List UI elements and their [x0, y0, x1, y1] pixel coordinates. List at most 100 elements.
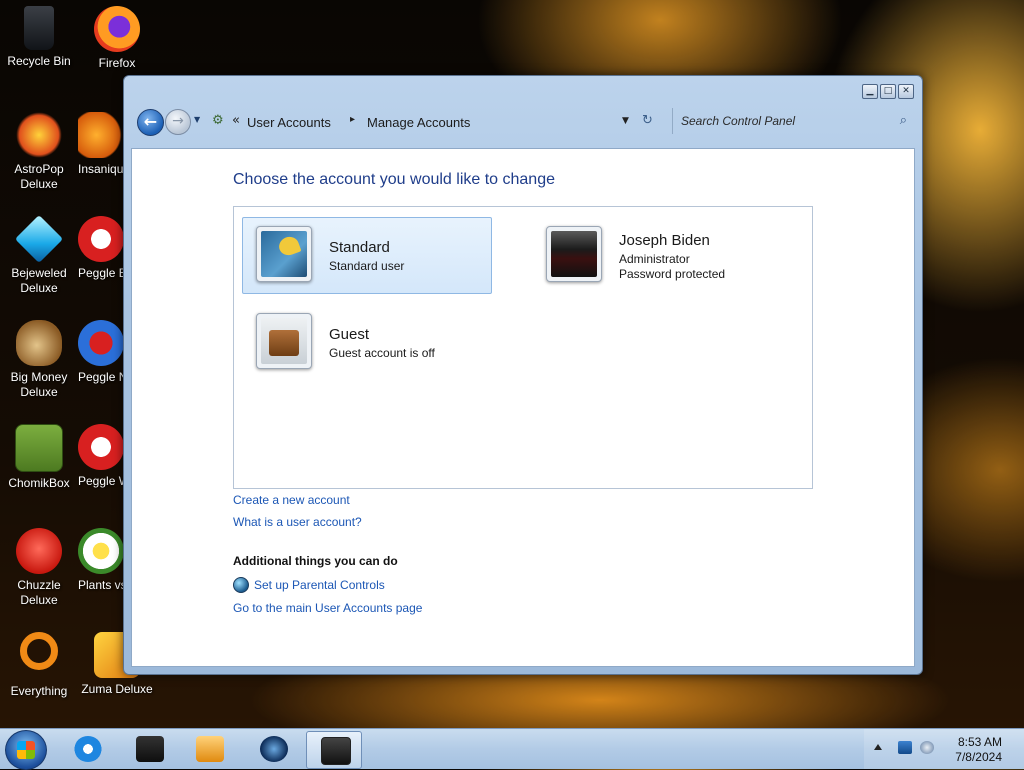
parental-controls-link[interactable]: Set up Parental Controls: [254, 578, 385, 592]
clock-date: 7/8/2024: [955, 750, 1002, 764]
taskbar-app[interactable]: [246, 731, 300, 767]
internet-explorer-icon: [74, 736, 102, 762]
taskbar-internet-explorer[interactable]: [60, 731, 114, 767]
desktop-icon-label: Peggle World of Warcraft: [78, 474, 124, 488]
desktop-icon-firefox[interactable]: Firefox: [78, 6, 156, 71]
window-controls: ▁ □ ✕: [862, 84, 914, 99]
parental-controls-icon: [233, 577, 249, 593]
volume-icon[interactable]: [920, 741, 934, 754]
desktop-icon-label: Zuma Deluxe: [81, 682, 153, 696]
desktop-icon-chuzzle[interactable]: Chuzzle Deluxe: [0, 528, 78, 608]
desktop-icon-label: AstroPop Deluxe: [14, 162, 64, 191]
breadcrumb-user-accounts[interactable]: User Accounts: [247, 115, 331, 130]
back-arrow-icon[interactable]: ←: [137, 109, 164, 136]
taskbar-control-panel[interactable]: [306, 731, 362, 769]
desktop-icon-label: Big Money Deluxe: [10, 370, 68, 399]
magnifier-icon: [20, 632, 58, 670]
desktop-icon-peggle-wow[interactable]: Peggle World of Warcraft: [78, 424, 124, 489]
taskbar-recycle-bin[interactable]: [122, 731, 176, 767]
accounts-list: Standard Standard user Joseph Biden Admi…: [233, 206, 813, 489]
taskbar: 8:53 AM 7/8/2024: [0, 728, 1024, 770]
account-description: Standard user: [329, 259, 405, 273]
desktop-icon-big-money[interactable]: Big Money Deluxe: [0, 320, 78, 400]
desktop-icon-label: Peggle Extreme: [78, 266, 124, 280]
desktop-icon-label: Plants vs. Zombies: [78, 578, 124, 592]
desktop-icon-astropop[interactable]: AstroPop Deluxe: [0, 112, 78, 192]
minimize-icon[interactable]: ▁: [862, 84, 878, 99]
maximize-icon[interactable]: □: [880, 84, 896, 99]
history-dropdown-icon[interactable]: ▼: [194, 115, 200, 124]
astropop-icon: [16, 112, 62, 158]
account-name: Standard: [329, 239, 390, 256]
network-icon[interactable]: [898, 741, 912, 754]
desktop-icon-insaniquarium[interactable]: Insaniquarium Deluxe: [78, 112, 124, 177]
system-tray: 8:53 AM 7/8/2024: [864, 729, 1024, 769]
firefox-icon: [94, 6, 140, 52]
forward-arrow-icon[interactable]: →: [165, 109, 191, 135]
desktop-icon-label: ChomikBox: [8, 476, 70, 490]
peggle-icon: [78, 216, 124, 262]
breadcrumb-separator-icon[interactable]: ▸: [350, 114, 355, 125]
account-description: Guest account is off: [329, 346, 435, 360]
flower-icon: [78, 528, 124, 574]
peggle-nights-icon: [78, 320, 124, 366]
recycle-bin-icon: [24, 6, 54, 50]
account-tile-standard[interactable]: Standard Standard user: [242, 217, 492, 294]
windows-logo-icon: [17, 741, 35, 759]
clock-time: 8:53 AM: [957, 735, 1002, 749]
desktop-icon-plants-vs-zombies[interactable]: Plants vs. Zombies: [78, 528, 124, 593]
account-tile-guest[interactable]: Guest Guest account is off: [242, 304, 492, 381]
start-button[interactable]: [5, 730, 47, 770]
desktop-icon-label: Chuzzle Deluxe: [17, 578, 61, 607]
search-icon[interactable]: ⌕: [900, 113, 907, 128]
close-icon[interactable]: ✕: [898, 84, 914, 99]
main-user-accounts-link[interactable]: Go to the main User Accounts page: [233, 601, 422, 615]
account-picture: [546, 226, 602, 282]
content-pane: Choose the account you would like to cha…: [131, 148, 915, 667]
fish-icon: [78, 112, 124, 158]
desktop-icon-label: Peggle Nights Deluxe: [78, 370, 124, 384]
desktop-icon-chomikbox[interactable]: ChomikBox: [0, 424, 78, 491]
taskbar-media-player[interactable]: [182, 731, 236, 767]
breadcrumb-manage-accounts[interactable]: Manage Accounts: [367, 115, 470, 130]
desktop-icon-peggle-extreme[interactable]: Peggle Extreme: [78, 216, 124, 281]
desktop-icon-label: Insaniquarium Deluxe: [78, 162, 124, 176]
account-description: Administrator Password protected: [619, 252, 725, 282]
desktop-icon-label: Firefox: [98, 56, 136, 70]
user-accounts-window: ▁ □ ✕ ← → ▼ ⚙ « User Accounts ▸ Manage A…: [123, 75, 923, 675]
account-type: Administrator: [619, 252, 690, 266]
account-picture: [256, 226, 312, 282]
briefcase-icon: [269, 330, 299, 356]
chuzzle-icon: [16, 528, 62, 574]
hamster-icon: [15, 424, 63, 472]
peggle-wow-icon: [78, 424, 124, 470]
account-name: Guest: [329, 326, 370, 343]
account-picture: [256, 313, 312, 369]
address-dropdown-icon[interactable]: ▼: [622, 116, 629, 126]
create-account-link[interactable]: Create a new account: [233, 493, 350, 507]
additional-section-title: Additional things you can do: [233, 554, 398, 568]
clock[interactable]: 8:53 AM 7/8/2024: [955, 735, 1002, 765]
desktop-icon-label: Everything: [10, 684, 68, 698]
account-tile-joseph-biden[interactable]: Joseph Biden Administrator Password prot…: [532, 217, 782, 294]
page-title: Choose the account you would like to cha…: [233, 171, 555, 188]
refresh-icon[interactable]: ↻: [642, 113, 653, 128]
account-name: Joseph Biden: [619, 232, 710, 249]
search-box[interactable]: Search Control Panel ⌕: [672, 108, 913, 134]
show-hidden-icons-icon[interactable]: [874, 741, 882, 754]
desktop-icon-peggle-nights[interactable]: Peggle Nights Deluxe: [78, 320, 124, 385]
desktop-icon-everything[interactable]: Everything: [0, 632, 78, 699]
desktop-icon-bejeweled[interactable]: Bejeweled Deluxe: [0, 214, 78, 296]
bin-icon: [136, 736, 164, 762]
dark-screen-picture-icon: [551, 231, 597, 277]
desktop-icon-recycle-bin[interactable]: Recycle Bin: [0, 6, 78, 69]
media-player-icon: [196, 736, 224, 762]
search-input[interactable]: Search Control Panel: [681, 114, 795, 128]
address-bar: ← → ▼ ⚙ « User Accounts ▸ Manage Account…: [132, 104, 914, 140]
what-is-account-link[interactable]: What is a user account?: [233, 515, 362, 529]
globe-app-icon: [260, 736, 288, 762]
control-panel-window-icon: [321, 737, 351, 765]
desktop-icon-label: Bejeweled Deluxe: [11, 266, 67, 295]
breadcrumb-chevron-icon[interactable]: «: [232, 113, 240, 128]
control-panel-icon: ⚙: [212, 113, 224, 128]
